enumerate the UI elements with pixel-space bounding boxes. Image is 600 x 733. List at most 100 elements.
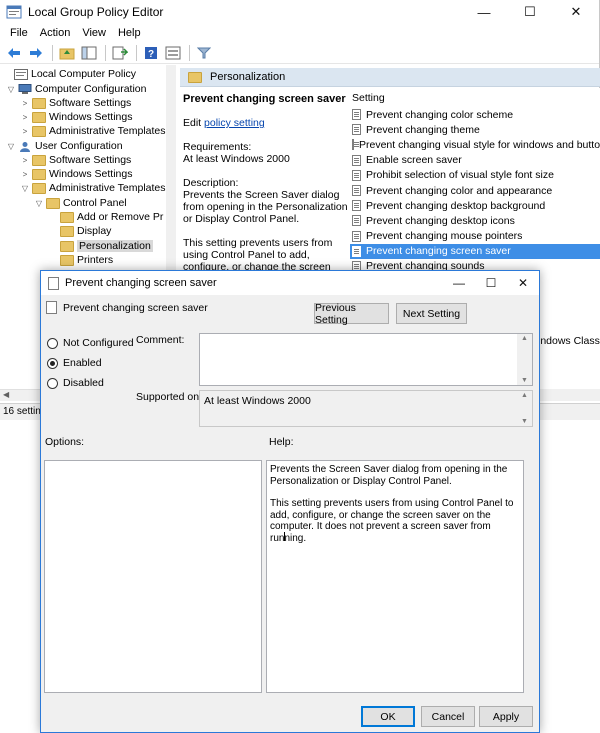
setting-row[interactable]: Enable screen saver — [350, 153, 600, 168]
tree-item-local-computer-policy[interactable]: Local Computer Policy — [2, 67, 136, 81]
previous-setting-button[interactable]: Previous Setting — [314, 302, 389, 326]
properties-icon[interactable] — [163, 44, 182, 62]
scroll-up-icon[interactable]: ▲ — [517, 335, 532, 342]
folder-icon — [60, 254, 74, 266]
menu-help[interactable]: Help — [112, 27, 147, 39]
radio-disabled[interactable]: Disabled — [47, 377, 104, 389]
setting-row[interactable]: Prevent changing color scheme — [350, 107, 600, 122]
chevron-down-icon[interactable]: ▽ — [6, 142, 16, 151]
export-list-icon[interactable] — [110, 44, 129, 62]
radio-circle-selected[interactable] — [47, 357, 58, 369]
show-hide-tree-icon[interactable] — [79, 44, 98, 62]
setting-row[interactable]: Prevent changing desktop icons — [350, 213, 600, 228]
toolbar-separator — [105, 44, 106, 61]
ok-button[interactable]: OK — [361, 706, 415, 727]
chevron-down-icon[interactable]: ▽ — [34, 199, 44, 208]
minimize-button[interactable]: — — [443, 271, 475, 295]
scroll-left-icon[interactable]: ◀ — [3, 390, 9, 399]
folder-icon — [32, 182, 46, 194]
tree-item-printers[interactable]: Printers — [48, 253, 113, 267]
svg-text:?: ? — [147, 49, 153, 60]
folder-icon — [32, 111, 46, 123]
tree-item-label: Software Settings — [49, 154, 132, 166]
supported-on-value: At least Windows 2000 — [204, 395, 311, 407]
title-bar: Local Group Policy Editor — ☐ ✕ — [0, 0, 599, 24]
menu-view[interactable]: View — [76, 27, 112, 39]
scroll-up-icon[interactable]: ▲ — [517, 392, 532, 399]
close-button[interactable]: ✕ — [553, 0, 599, 24]
setting-row[interactable]: Prevent changing mouse pointers — [350, 229, 600, 244]
menu-file[interactable]: File — [4, 27, 34, 39]
edit-policy-link[interactable]: policy setting — [204, 117, 265, 129]
maximize-button[interactable]: ☐ — [507, 0, 553, 24]
radio-label: Enabled — [63, 357, 102, 369]
menu-action[interactable]: Action — [34, 27, 77, 39]
setting-row-selected[interactable]: Prevent changing screen saver — [350, 243, 600, 259]
tree-item-label: Control Panel — [63, 197, 127, 209]
filter-icon[interactable] — [194, 44, 213, 62]
tree-item-label: Display — [77, 225, 112, 237]
window-controls: — ☐ ✕ — [461, 0, 599, 24]
tree-item-uc-administrative-templates[interactable]: ▽ Administrative Templates — [20, 181, 166, 195]
radio-circle[interactable] — [47, 377, 58, 389]
tree-item-add-remove-programs[interactable]: Add or Remove Pr — [48, 210, 163, 224]
help-icon[interactable]: ? — [141, 44, 160, 62]
radio-circle[interactable] — [47, 337, 58, 349]
apply-button[interactable]: Apply — [479, 706, 533, 727]
comment-textarea[interactable]: ▲ ▼ — [199, 333, 533, 386]
tree-item-label: Add or Remove Pr — [77, 211, 164, 223]
chevron-down-icon[interactable]: ▽ — [20, 184, 30, 193]
tree-item-cc-windows-settings[interactable]: > Windows Settings — [20, 110, 133, 124]
cancel-button[interactable]: Cancel — [421, 706, 475, 727]
tree-item-display[interactable]: Display — [48, 224, 111, 238]
comment-scrollbar[interactable]: ▲ ▼ — [517, 334, 532, 385]
policy-editor-icon — [6, 5, 22, 19]
policy-setting-icon — [352, 139, 359, 151]
back-icon[interactable] — [4, 44, 23, 62]
tree-item-control-panel[interactable]: ▽ Control Panel — [34, 196, 127, 210]
chevron-right-icon[interactable]: > — [20, 113, 30, 122]
menu-bar: File Action View Help — [0, 24, 599, 42]
tree-item-label: Software Settings — [49, 97, 132, 109]
tree-item-computer-configuration[interactable]: ▽ Computer Configuration — [6, 82, 147, 96]
close-button[interactable]: ✕ — [507, 271, 539, 295]
setting-row[interactable]: Prohibit selection of visual style font … — [350, 168, 600, 183]
next-setting-button[interactable]: Next Setting — [396, 303, 467, 324]
tree-item-cc-administrative-templates[interactable]: > Administrative Templates — [20, 124, 166, 138]
setting-column-header[interactable]: Setting — [352, 92, 385, 104]
extended-description: Prevent changing screen saver Edit polic… — [183, 93, 348, 297]
scroll-down-icon[interactable]: ▼ — [517, 418, 532, 425]
tree-item-uc-windows-settings[interactable]: > Windows Settings — [20, 167, 133, 181]
tree-item-label: Administrative Templates — [49, 125, 166, 137]
tree-item-user-configuration[interactable]: ▽ User Configuration — [6, 139, 123, 153]
supported-scrollbar[interactable]: ▲ ▼ — [517, 391, 532, 426]
dialog-subtitle-text: Prevent changing screen saver — [63, 301, 208, 314]
forward-icon[interactable] — [26, 44, 45, 62]
chevron-right-icon[interactable]: > — [20, 170, 30, 179]
up-folder-icon[interactable] — [57, 44, 76, 62]
tree-item-label: Windows Settings — [49, 168, 133, 180]
setting-row[interactable]: Prevent changing theme — [350, 122, 600, 137]
tree-item-uc-software-settings[interactable]: > Software Settings — [20, 153, 132, 167]
setting-row-partial[interactable]: indows Classic — [538, 335, 600, 347]
scroll-down-icon[interactable]: ▼ — [517, 377, 532, 384]
setting-row[interactable]: Prevent changing color and appearance — [350, 183, 600, 198]
radio-enabled[interactable]: Enabled — [47, 357, 102, 369]
tree-item-cc-software-settings[interactable]: > Software Settings — [20, 96, 132, 110]
setting-row[interactable]: Prevent changing desktop background — [350, 198, 600, 213]
policy-setting-icon — [352, 109, 361, 121]
minimize-button[interactable]: — — [461, 0, 507, 24]
dialog-title-bar: Prevent changing screen saver — ☐ ✕ — [41, 271, 539, 295]
chevron-right-icon[interactable]: > — [20, 99, 30, 108]
maximize-button[interactable]: ☐ — [475, 271, 507, 295]
description-label: Description: — [183, 177, 239, 189]
chevron-right-icon[interactable]: > — [20, 127, 30, 136]
policy-setting-icon — [352, 245, 361, 257]
tree-item-personalization[interactable]: Personalization — [48, 239, 153, 253]
chevron-down-icon[interactable]: ▽ — [6, 85, 16, 94]
setting-row[interactable]: Prevent changing visual style for window… — [350, 137, 600, 152]
computer-icon — [18, 83, 32, 94]
chevron-right-icon[interactable]: > — [20, 156, 30, 165]
policy-setting-icon — [352, 169, 361, 181]
radio-not-configured[interactable]: Not Configured — [47, 337, 134, 349]
